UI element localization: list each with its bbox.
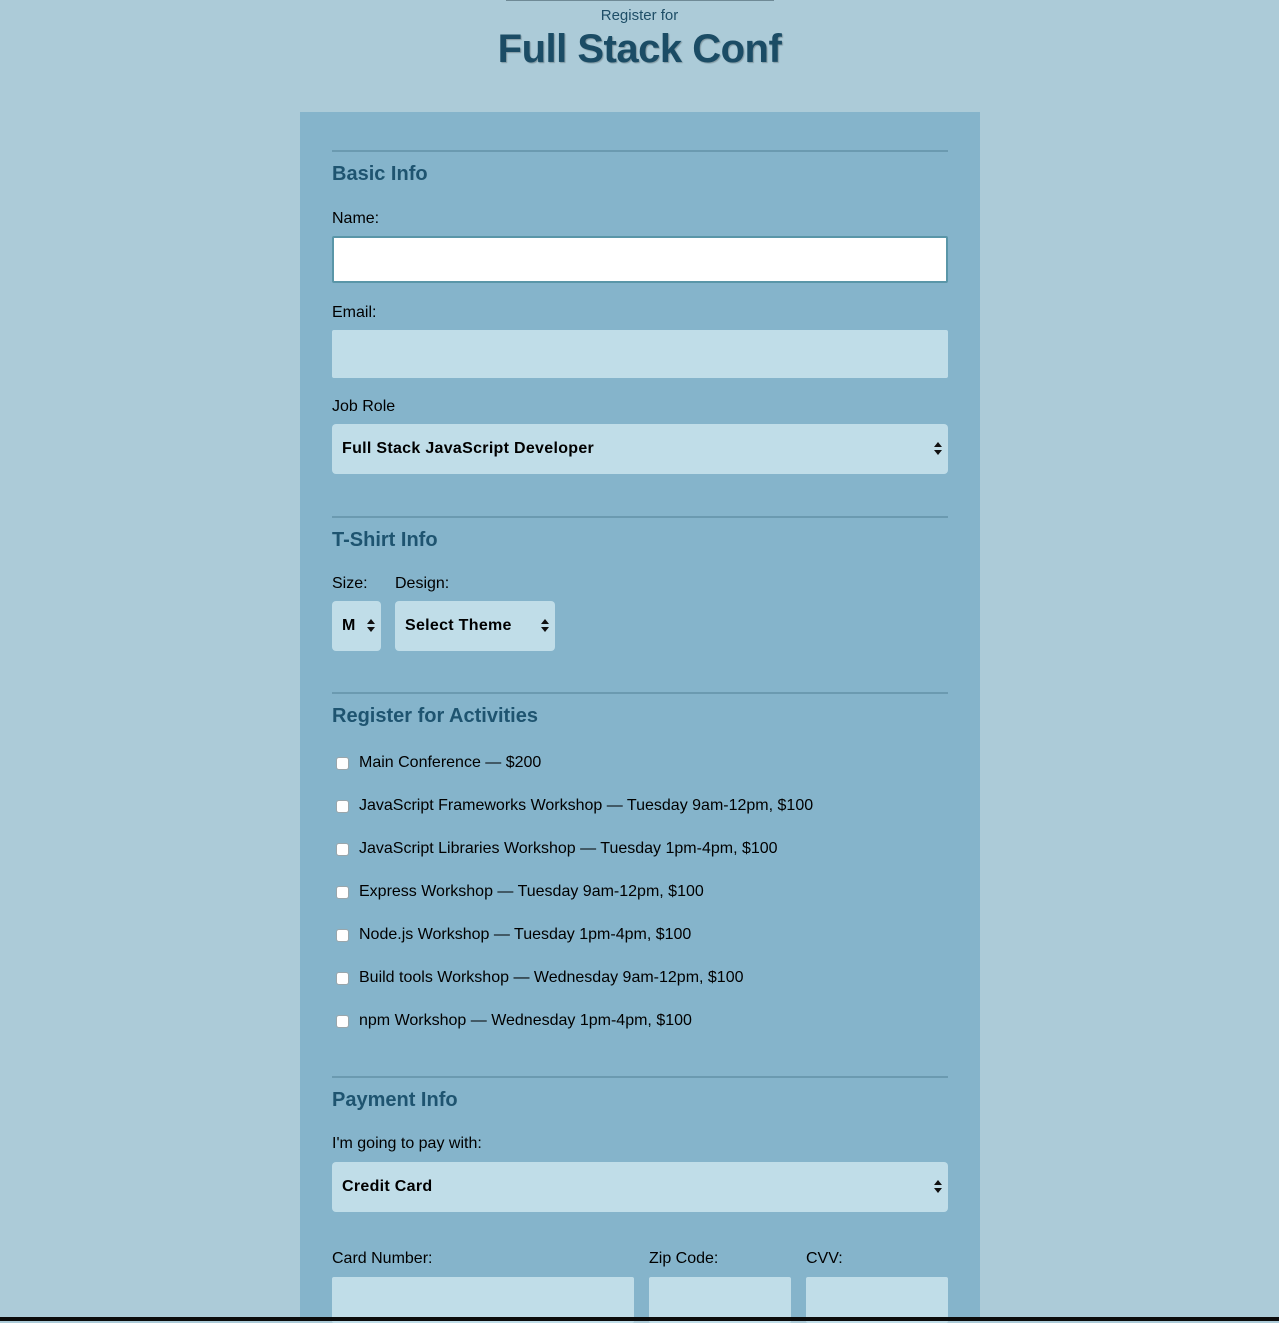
payment-method-value: Credit Card: [342, 1178, 433, 1195]
design-select[interactable]: Select Theme: [395, 601, 555, 651]
tshirt-info-section: T-Shirt Info Size: Design: M Select Them…: [332, 516, 948, 688]
registration-form: Basic Info Name: Email: Job Role Full St…: [300, 112, 980, 1323]
payment-method-select[interactable]: Credit Card: [332, 1162, 948, 1212]
updown-arrows-icon: [541, 619, 549, 633]
activity-checkbox[interactable]: [336, 1015, 349, 1028]
payment-info-section: Payment Info I'm going to pay with: Cred…: [332, 1076, 948, 1323]
email-input[interactable]: [332, 330, 948, 378]
page-title: Full Stack Conf: [497, 27, 782, 71]
basic-info-legend: Basic Info: [332, 163, 428, 185]
pay-with-label: I'm going to pay with:: [332, 1135, 482, 1152]
activities-legend: Register for Activities: [332, 705, 538, 727]
activity-label: npm Workshop — Wednesday 1pm-4pm, $100: [359, 1012, 692, 1029]
activity-label: Main Conference — $200: [359, 754, 542, 771]
bottom-edge: [0, 1317, 1279, 1321]
job-role-label: Job Role: [332, 398, 396, 415]
zip-code-label: Zip Code:: [649, 1250, 719, 1267]
updown-arrows-icon: [934, 442, 942, 456]
activity-label: JavaScript Libraries Workshop — Tuesday …: [359, 840, 778, 857]
name-input[interactable]: [332, 236, 948, 283]
payment-info-legend: Payment Info: [332, 1089, 458, 1111]
design-value: Select Theme: [405, 617, 512, 634]
updown-arrows-icon: [934, 1180, 942, 1194]
activity-checkbox[interactable]: [336, 757, 349, 770]
activity-label: JavaScript Frameworks Workshop — Tuesday…: [359, 797, 814, 814]
job-role-select[interactable]: Full Stack JavaScript Developer: [332, 424, 948, 474]
size-label: Size:: [332, 575, 368, 592]
activity-checkbox[interactable]: [336, 972, 349, 985]
activities-section: Register for Activities Main Conference …: [332, 692, 948, 1074]
activity-checkbox[interactable]: [336, 929, 349, 942]
tshirt-info-legend: T-Shirt Info: [332, 529, 438, 551]
name-label: Name:: [332, 210, 380, 227]
page-pre-title: Register for: [600, 7, 679, 24]
size-value: M: [342, 617, 356, 634]
updown-arrows-icon: [367, 619, 375, 633]
email-label: Email:: [332, 304, 377, 321]
basic-info-section: Basic Info Name: Email: Job Role Full St…: [332, 150, 948, 482]
size-select[interactable]: M: [332, 601, 381, 651]
activity-label: Express Workshop — Tuesday 9am-12pm, $10…: [359, 883, 704, 900]
activity-label: Build tools Workshop — Wednesday 9am-12p…: [359, 969, 744, 986]
job-role-value: Full Stack JavaScript Developer: [342, 440, 595, 457]
design-label: Design:: [395, 575, 450, 592]
cvv-label: CVV:: [806, 1250, 843, 1267]
activity-label: Node.js Workshop — Tuesday 1pm-4pm, $100: [359, 926, 692, 943]
activity-checkbox[interactable]: [336, 800, 349, 813]
page-header: Register for Full Stack Conf: [0, 0, 1279, 71]
activity-checkbox[interactable]: [336, 886, 349, 899]
card-number-label: Card Number:: [332, 1250, 433, 1267]
activity-checkbox[interactable]: [336, 843, 349, 856]
